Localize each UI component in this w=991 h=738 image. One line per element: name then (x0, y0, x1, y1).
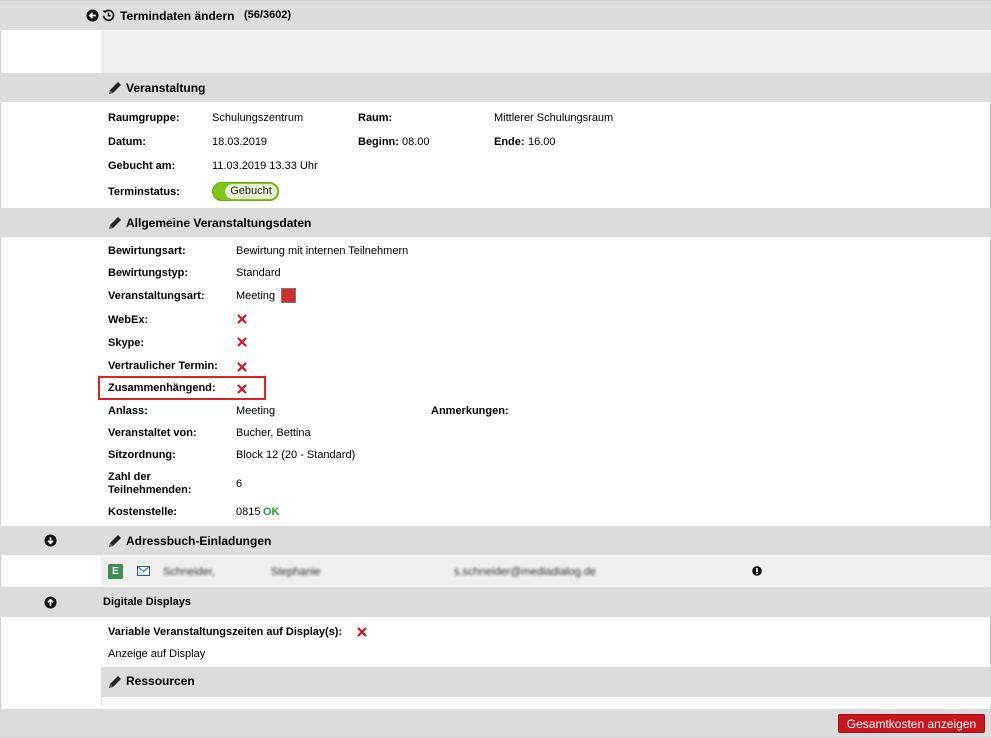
cross-icon (237, 337, 247, 347)
section-header-allgemein: Allgemeine Veranstaltungsdaten (0, 208, 991, 237)
anzeige-text: Anzeige auf Display (108, 648, 206, 660)
veranstaltungsart-value: Meeting (236, 290, 276, 302)
kostenstelle-status: OK (263, 506, 280, 518)
cross-icon (357, 627, 367, 637)
section-title: Veranstaltung (126, 81, 206, 95)
cross-icon (237, 314, 247, 324)
color-swatch (281, 288, 296, 303)
warning-icon[interactable] (752, 566, 762, 576)
pencil-icon[interactable] (107, 215, 123, 231)
veranstaltet-label: Veranstaltet von: (108, 427, 197, 439)
raum-label: Raum: (358, 112, 393, 124)
section-header-veranstaltung: Veranstaltung (0, 73, 991, 102)
terminstatus-toggle[interactable]: Gebucht (212, 182, 279, 201)
invitee-firstname: Stephanie (271, 566, 321, 578)
cross-icon (237, 362, 247, 372)
zahl-label-line1: Zahl der (108, 471, 151, 483)
pencil-icon[interactable] (107, 674, 123, 690)
invitee-lastname: Schneider, (163, 566, 215, 578)
kostenstelle-label: Kostenstelle: (108, 506, 178, 518)
external-badge: E (108, 564, 123, 579)
section-header-ressourcen: Ressourcen (0, 667, 991, 697)
section-header-adressbuch: Adressbuch-Einladungen (0, 526, 991, 555)
raum-value: Mittlerer Schulungsraum (494, 112, 614, 124)
pencil-icon[interactable] (107, 80, 123, 96)
spacer-content (101, 30, 991, 73)
bewirtungsart-value: Bewirtung mit internen Teilnehmern (236, 245, 409, 257)
record-counter: (56/3602) (244, 9, 292, 21)
spacer-band (0, 30, 991, 73)
total-costs-button[interactable]: Gesamtkosten anzeigen (838, 714, 985, 733)
zahl-value: 6 (236, 478, 243, 490)
page-title: Termindaten ändern (120, 9, 235, 23)
datum-label: Datum: (108, 136, 146, 148)
back-arrow-icon[interactable] (86, 9, 99, 22)
anmerkungen-label: Anmerkungen: (431, 405, 509, 417)
veranstaltet-value: Bucher, Bettina (236, 427, 311, 439)
mail-icon[interactable] (137, 566, 150, 576)
vertraulich-label: Vertraulicher Termin: (108, 360, 218, 372)
skype-label: Skype: (108, 337, 145, 349)
section-title: Allgemeine Veranstaltungsdaten (126, 216, 312, 230)
raumgruppe-value: Schulungszentrum (212, 112, 304, 124)
terminstatus-label: Terminstatus: (108, 186, 180, 198)
sitzordnung-label: Sitzordnung: (108, 449, 176, 461)
variable-zeiten-label: Variable Veranstaltungszeiten auf Displa… (108, 626, 343, 638)
beginn-value: 08.00 (402, 136, 430, 148)
webex-label: WebEx: (108, 314, 149, 326)
ressourcen-body (0, 697, 991, 705)
bewirtungsart-label: Bewirtungsart: (108, 245, 186, 257)
invitee-email: s.schneider@mediadialog.de (454, 566, 597, 578)
sitzordnung-value: Block 12 (20 - Standard) (236, 449, 356, 461)
top-header-bar: Termindaten ändern (56/3602) (0, 1, 991, 30)
zahl-label-line2: Teilnehmenden: (108, 484, 192, 496)
ende-value: 16.00 (528, 136, 556, 148)
section-title: Digitale Displays (103, 596, 192, 608)
gebucht-label: Gebucht am: (108, 160, 176, 172)
highlight-box (98, 376, 266, 400)
beginn-label: Beginn: (358, 136, 399, 148)
anlass-label: Anlass: (108, 405, 148, 417)
collapse-up-icon[interactable] (44, 596, 57, 609)
expand-down-icon[interactable] (44, 534, 57, 547)
ressourcen-header-bg (101, 667, 991, 697)
history-icon[interactable] (102, 9, 115, 22)
gebucht-value: 11.03.2019 13.33 Uhr (212, 160, 318, 172)
raumgruppe-label: Raumgruppe: (108, 112, 180, 124)
ressourcen-content (101, 697, 991, 705)
kostenstelle-value: 0815 (236, 506, 261, 518)
section-title: Ressourcen (126, 674, 195, 688)
pencil-icon[interactable] (107, 533, 123, 549)
section-title: Adressbuch-Einladungen (126, 534, 272, 548)
ende-label: Ende: (494, 136, 525, 148)
anlass-value: Meeting (236, 405, 276, 417)
datum-value: 18.03.2019 (212, 136, 268, 148)
terminstatus-value: Gebucht (225, 184, 277, 199)
bewirtungstyp-value: Standard (236, 267, 281, 279)
bewirtungstyp-label: Bewirtungstyp: (108, 267, 189, 279)
section-header-displays: Digitale Displays (0, 587, 991, 617)
veranstaltungsart-label: Veranstaltungsart: (108, 290, 205, 302)
